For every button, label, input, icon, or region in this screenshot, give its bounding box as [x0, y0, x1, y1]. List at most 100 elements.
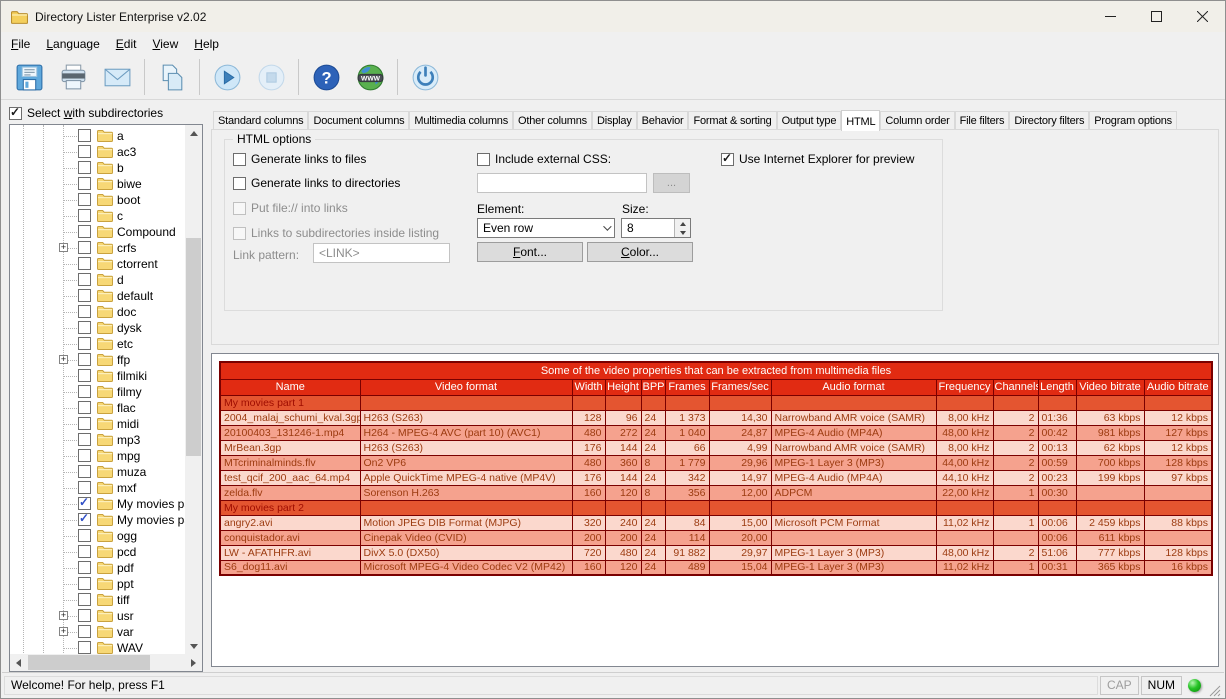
tab-format-sorting[interactable]: Format & sorting [688, 111, 777, 130]
tree-item-checkbox[interactable] [78, 433, 91, 446]
tree-item-my-movies-part-2[interactable]: ✓ My movies part 2 [11, 511, 186, 528]
tree-item-checkbox[interactable] [78, 305, 91, 318]
tree-item-checkbox[interactable] [78, 481, 91, 494]
tree-item-wav[interactable]: WAV [11, 640, 186, 654]
font-button[interactable]: Font... [477, 242, 583, 262]
help-button[interactable]: ? [304, 58, 348, 96]
menu-help[interactable]: Help [186, 34, 227, 54]
tree-item-checkbox[interactable] [78, 369, 91, 382]
tree-item-checkbox[interactable] [78, 145, 91, 158]
tab-directory-filters[interactable]: Directory filters [1009, 111, 1090, 130]
menu-file[interactable]: File [3, 34, 38, 54]
step-down-icon[interactable] [675, 228, 690, 237]
tree-item-checkbox[interactable] [78, 577, 91, 590]
tab-program-options[interactable]: Program options [1089, 111, 1177, 130]
tree-item-checkbox[interactable] [78, 337, 91, 350]
scroll-up-icon[interactable] [185, 125, 202, 142]
tree-item-checkbox[interactable] [78, 225, 91, 238]
tree-item-checkbox[interactable] [78, 177, 91, 190]
tree-item-boot[interactable]: boot [11, 192, 186, 208]
tree-item-ctorrent[interactable]: ctorrent [11, 256, 186, 272]
tree-item-checkbox[interactable] [78, 353, 91, 366]
tab-behavior[interactable]: Behavior [636, 111, 689, 130]
maximize-button[interactable] [1133, 1, 1179, 32]
tree-item-crfs[interactable]: + crfs [11, 240, 186, 256]
tree-item-c[interactable]: c [11, 208, 186, 224]
tree-item-ffp[interactable]: + ffp [11, 352, 186, 368]
tree-item-checkbox[interactable] [78, 401, 91, 414]
tab-document-columns[interactable]: Document columns [308, 111, 410, 130]
tree-item-checkbox[interactable] [78, 193, 91, 206]
step-up-icon[interactable] [675, 219, 690, 228]
tree-item-flac[interactable]: flac [11, 400, 186, 416]
tree-item-checkbox[interactable] [78, 209, 91, 222]
scroll-right-icon[interactable] [185, 654, 202, 671]
copy-button[interactable] [150, 58, 194, 96]
tree-item-checkbox[interactable] [78, 417, 91, 430]
tree-item-ppt[interactable]: ppt [11, 576, 186, 592]
tree-item-mpg[interactable]: mpg [11, 448, 186, 464]
scrollbar-thumb[interactable] [186, 238, 201, 456]
tab-output-type[interactable]: Output type [776, 111, 842, 130]
tree-item-muza[interactable]: muza [11, 464, 186, 480]
tree-item-checkbox[interactable] [78, 593, 91, 606]
menu-edit[interactable]: Edit [108, 34, 145, 54]
tree-item-pdf[interactable]: pdf [11, 560, 186, 576]
scroll-left-icon[interactable] [10, 654, 27, 671]
tab-column-order[interactable]: Column order [880, 111, 955, 130]
tree-item-checkbox[interactable]: ✓ [78, 495, 91, 510]
tree-item-checkbox[interactable] [78, 273, 91, 286]
tree-item-a[interactable]: a [11, 128, 186, 144]
tree-item-checkbox[interactable] [78, 529, 91, 542]
expand-plus-icon[interactable]: + [59, 627, 68, 636]
tree-item-filmy[interactable]: filmy [11, 384, 186, 400]
tab-multimedia-columns[interactable]: Multimedia columns [409, 111, 514, 130]
close-button[interactable] [1179, 1, 1225, 32]
tree-item-checkbox[interactable] [78, 161, 91, 174]
generate-links-to-files-checkbox[interactable]: Generate links to files [233, 152, 366, 166]
menu-view[interactable]: View [144, 34, 186, 54]
tree-item-dysk[interactable]: dysk [11, 320, 186, 336]
select-with-subdirectories-checkbox[interactable]: ✓ Select with subdirectories [9, 105, 163, 120]
include-external-css-checkbox[interactable]: Include external CSS: [477, 152, 611, 166]
tree-item-checkbox[interactable] [78, 641, 91, 654]
tree-item-var[interactable]: + var [11, 624, 186, 640]
size-stepper[interactable]: 8 [621, 218, 691, 238]
tree-item-etc[interactable]: etc [11, 336, 186, 352]
minimize-button[interactable] [1087, 1, 1133, 32]
tree-item-filmiki[interactable]: filmiki [11, 368, 186, 384]
expand-plus-icon[interactable]: + [59, 355, 68, 364]
tree-horizontal-scrollbar[interactable] [10, 654, 202, 671]
tab-standard-columns[interactable]: Standard columns [213, 111, 309, 130]
tree-item-checkbox[interactable] [78, 241, 91, 254]
tree-item-checkbox[interactable] [78, 449, 91, 462]
scroll-down-icon[interactable] [185, 638, 202, 655]
tree-item-pcd[interactable]: pcd [11, 544, 186, 560]
tab-file-filters[interactable]: File filters [954, 111, 1010, 130]
www-button[interactable]: WWW [348, 58, 392, 96]
tree-item-checkbox[interactable] [78, 289, 91, 302]
expand-plus-icon[interactable]: + [59, 611, 68, 620]
tree-item-usr[interactable]: + usr [11, 608, 186, 624]
tree-item-compound[interactable]: Compound [11, 224, 186, 240]
tree-item-my-movies-part-1[interactable]: ✓ My movies part 1 [11, 495, 186, 512]
tree-item-biwe[interactable]: biwe [11, 176, 186, 192]
tree-item-mxf[interactable]: mxf [11, 480, 186, 496]
tab-html[interactable]: HTML [841, 110, 881, 131]
tree-item-checkbox[interactable] [78, 257, 91, 270]
tree-item-midi[interactable]: midi [11, 416, 186, 432]
tree-item-tiff[interactable]: tiff [11, 592, 186, 608]
tree-item-ac3[interactable]: ac3 [11, 144, 186, 160]
tree-item-checkbox[interactable] [78, 561, 91, 574]
resize-grip[interactable] [1207, 683, 1221, 697]
expand-plus-icon[interactable]: + [59, 243, 68, 252]
save-button[interactable] [7, 58, 51, 96]
element-dropdown[interactable]: Even row [477, 218, 615, 238]
tree-item-mp3[interactable]: mp3 [11, 432, 186, 448]
menu-language[interactable]: Language [38, 34, 107, 54]
tree-item-d[interactable]: d [11, 272, 186, 288]
tab-display[interactable]: Display [591, 111, 637, 130]
tree-item-checkbox[interactable] [78, 465, 91, 478]
tree-vertical-scrollbar[interactable] [185, 125, 202, 655]
tree-item-ogg[interactable]: ogg [11, 528, 186, 544]
